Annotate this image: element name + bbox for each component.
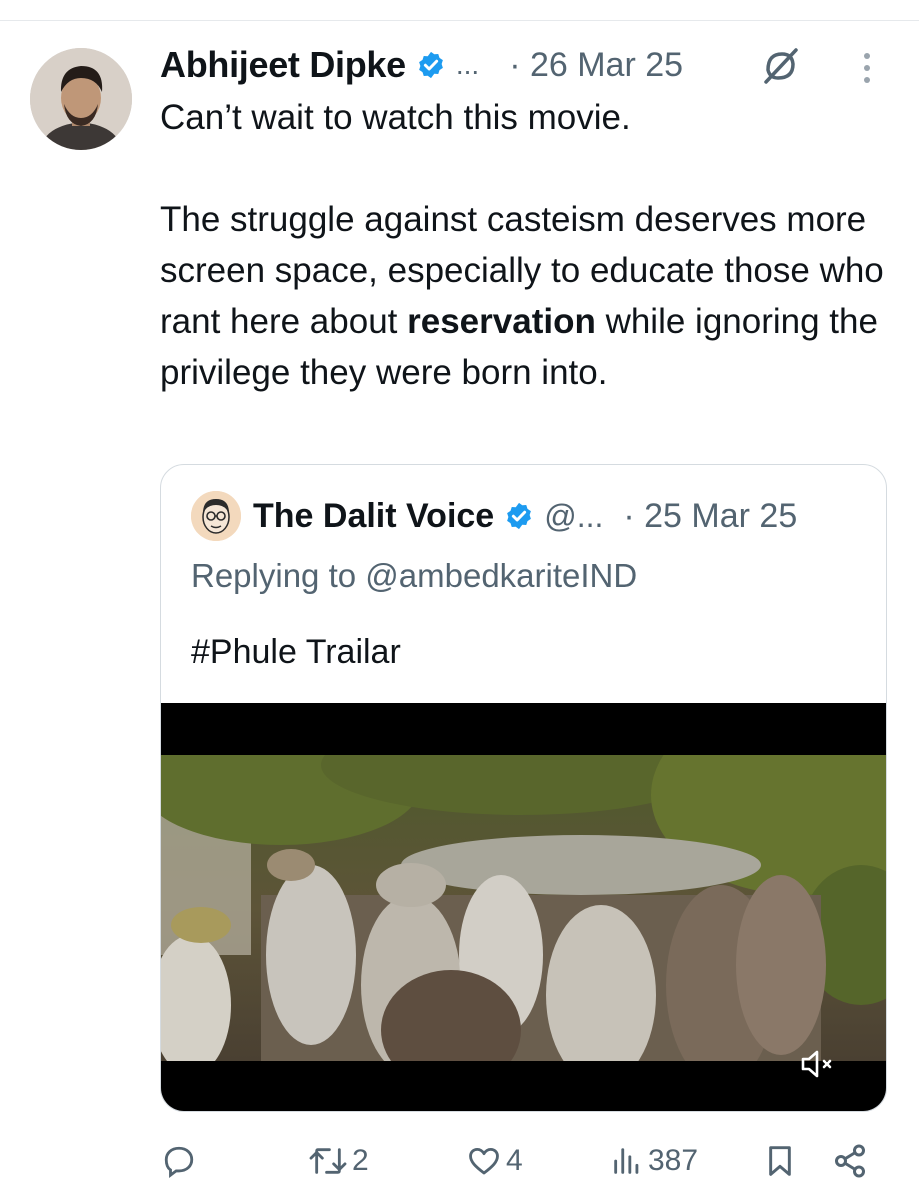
views-count: 387 [648,1144,699,1177]
quoted-tweet-text[interactable]: #Phule Trailar [191,633,401,672]
share-button[interactable] [832,1136,868,1186]
tweet-text-paragraph-1: Can’t wait to watch this movie. [160,98,631,137]
quoted-author-handle[interactable]: @... [544,498,603,535]
tweet-action-bar: 2 4 387 [0,1136,919,1186]
like-count: 4 [506,1144,523,1177]
retweet-icon [309,1148,347,1174]
reply-button[interactable] [162,1136,200,1186]
bookmark-icon [769,1146,791,1176]
quoted-author-avatar[interactable] [191,491,241,541]
author-name[interactable]: Abhijeet Dipke [160,44,406,86]
tweet-text-paragraph-2: The struggle against casteism deserves m… [160,200,884,392]
more-vertical-icon[interactable] [852,50,882,86]
top-divider [0,20,919,21]
author-handle[interactable]: ... [456,49,479,81]
like-button[interactable]: 4 [466,1136,523,1186]
verified-badge-icon [507,502,532,530]
retweet-button[interactable]: 2 [308,1136,369,1186]
hashtag-reservation[interactable]: reservation [407,302,596,341]
author-avatar[interactable] [30,48,132,150]
quoted-tweet-card[interactable]: The Dalit Voice @... · 25 Mar 25 Replyin… [160,464,887,1112]
quoted-author-name[interactable]: The Dalit Voice [253,497,494,536]
retweet-count: 2 [352,1144,369,1177]
bookmark-button[interactable] [764,1136,796,1186]
tweet-text: Can’t wait to watch this movie. The stru… [160,92,900,398]
share-icon [835,1144,865,1178]
mute-icon[interactable] [797,1047,847,1081]
grok-icon[interactable] [760,46,800,86]
replying-to-label[interactable]: Replying to @ambedkariteIND [191,557,637,595]
quoted-tweet-date[interactable]: · 25 Mar 25 [623,497,797,536]
quoted-tweet-header: The Dalit Voice @... · 25 Mar 25 [253,493,797,539]
video-frame [161,755,886,1061]
views-icon [614,1148,639,1174]
views-button[interactable]: 387 [610,1136,698,1186]
video-player[interactable] [161,703,886,1111]
tweet-date[interactable]: · 26 Mar 25 [509,46,683,85]
like-icon [469,1147,499,1175]
verified-badge-icon [418,51,443,79]
reply-icon [164,1146,194,1178]
